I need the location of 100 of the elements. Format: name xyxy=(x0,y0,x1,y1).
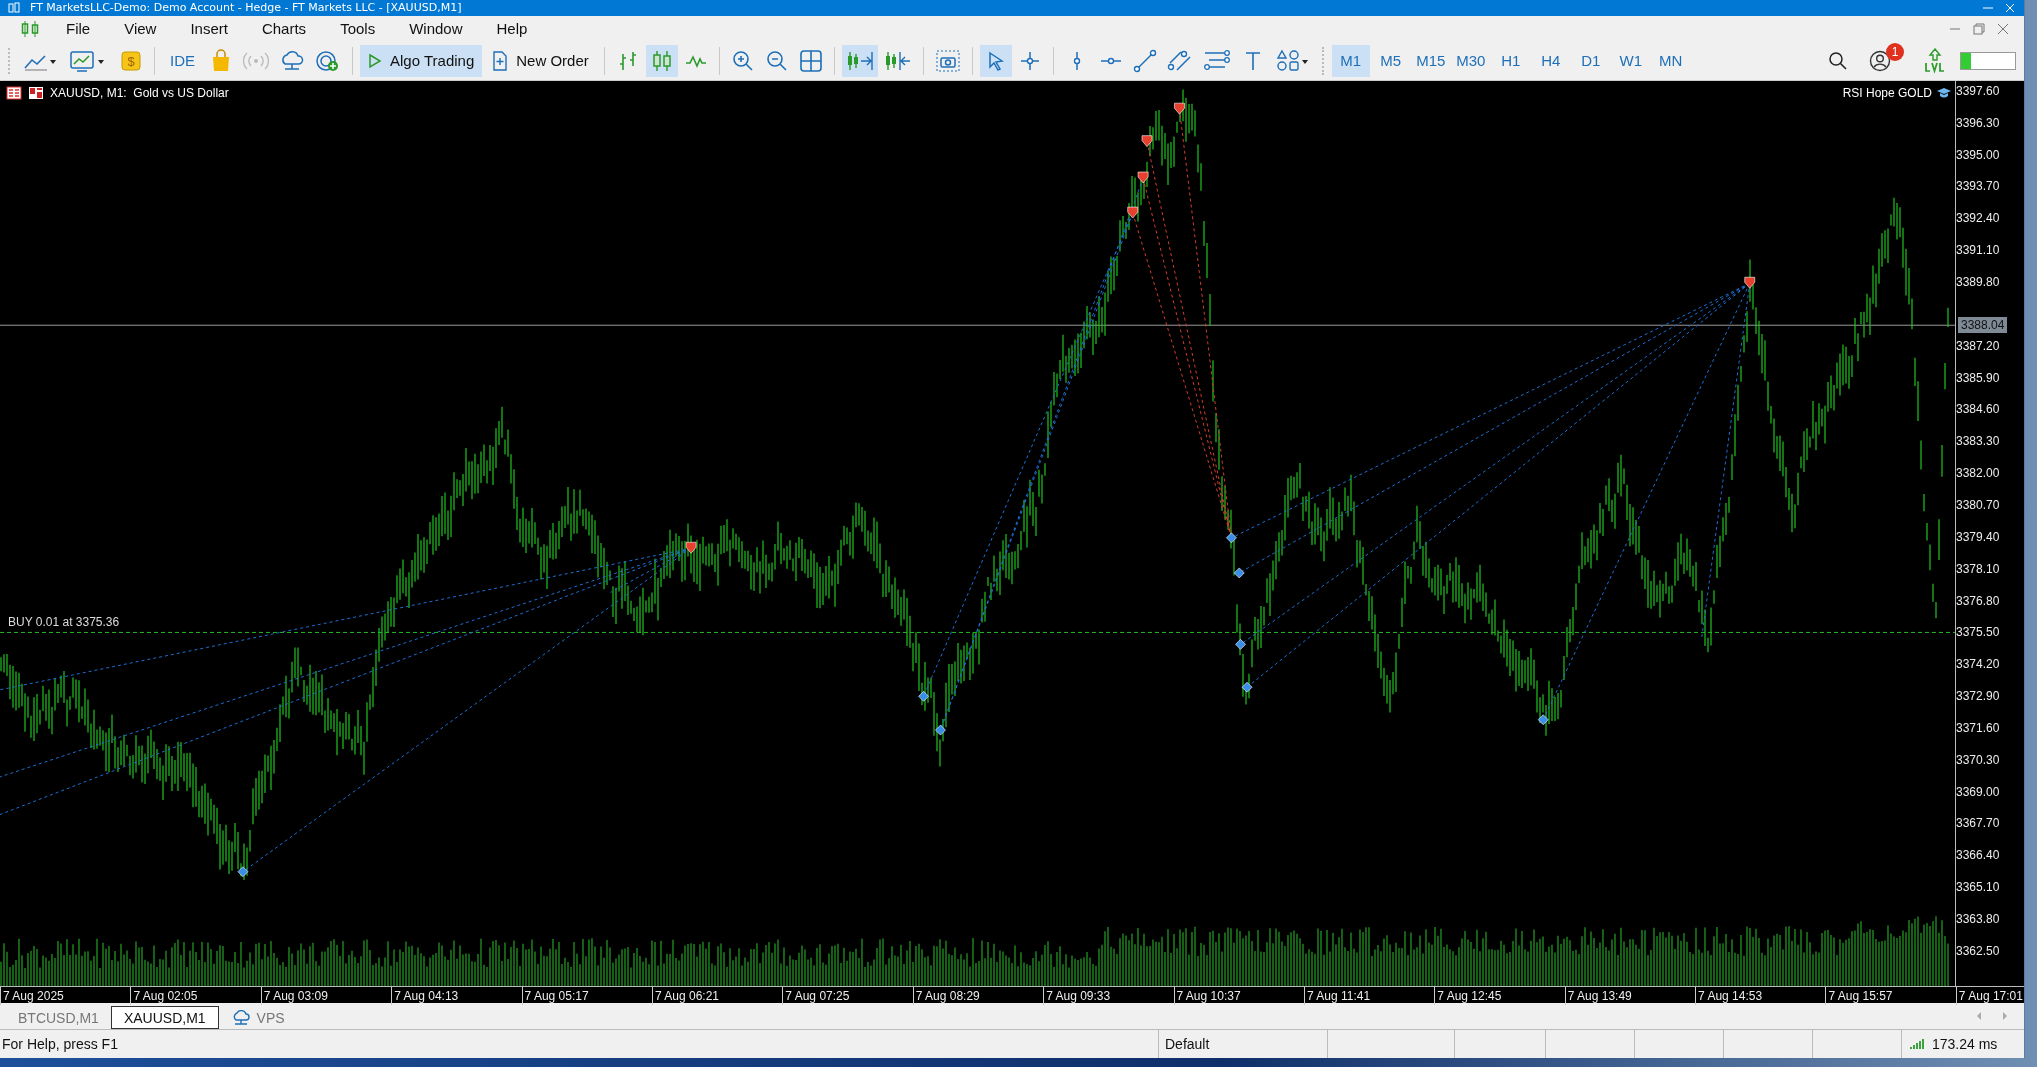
app-icon xyxy=(8,2,20,14)
buy-marker-icon xyxy=(237,866,249,877)
time-label: 7 Aug 06:21 xyxy=(651,986,783,1005)
menu-item[interactable]: Tools xyxy=(324,18,392,40)
price-label: 3392.40 xyxy=(1956,210,2000,227)
time-label: 7 Aug 05:17 xyxy=(521,986,652,1005)
flag-icon xyxy=(28,85,44,100)
time-label: 7 Aug 02:05 xyxy=(130,986,261,1005)
graduation-cap-icon xyxy=(1936,86,1952,99)
time-label: 7 Aug 08:29 xyxy=(912,986,1044,1005)
price-label: 3376.80 xyxy=(1956,592,2000,609)
document-plus-icon xyxy=(492,50,509,71)
chart-tab[interactable]: VPS xyxy=(218,1006,297,1029)
timeframe-button[interactable]: M1 xyxy=(1331,44,1370,77)
sell-arrow-icon xyxy=(1141,135,1153,147)
price-label: 3397.60 xyxy=(1956,82,2000,99)
sell-arrow-icon xyxy=(1137,171,1149,184)
time-label: 7 Aug 15:57 xyxy=(1825,986,1956,1005)
order-label: BUY 0.01 at 3375.36 xyxy=(8,615,120,630)
price-label: 3365.10 xyxy=(1956,879,2000,896)
timeframe-button[interactable]: D1 xyxy=(1571,44,1610,77)
timeframe-button[interactable]: MN xyxy=(1651,44,1690,77)
buy-marker-icon xyxy=(935,724,946,736)
buy-marker-icon xyxy=(918,690,929,702)
chart-tab[interactable]: XAUUSD,M1 xyxy=(110,1006,219,1029)
timeframe-button[interactable]: M5 xyxy=(1371,44,1410,77)
restore-icon[interactable] xyxy=(1972,21,1986,36)
price-label: 3372.90 xyxy=(1956,688,2000,705)
buy-marker-icon xyxy=(1226,532,1237,544)
chart-list-icon[interactable] xyxy=(6,85,22,100)
price-label: 3371.60 xyxy=(1956,719,2000,736)
menu-item[interactable]: Help xyxy=(480,18,544,40)
time-label: 7 Aug 14:53 xyxy=(1695,986,1826,1005)
signal-bars-icon xyxy=(1910,1038,1924,1050)
status-text: For Help, press F1 xyxy=(1,1036,119,1052)
time-label: 7 Aug 07:25 xyxy=(782,986,913,1005)
price-label: 3382.00 xyxy=(1956,465,2000,482)
timeframe-button[interactable]: M15 xyxy=(1411,44,1450,77)
candlestick-button[interactable] xyxy=(645,44,678,77)
price-label: 3389.80 xyxy=(1956,274,2000,290)
sell-arrow-icon xyxy=(685,541,697,554)
pointer-button[interactable] xyxy=(979,44,1012,77)
time-label: 7 Aug 12:45 xyxy=(1434,986,1565,1005)
price-label: 3369.00 xyxy=(1956,783,2000,800)
price-label: 3378.10 xyxy=(1956,560,2000,577)
crosshair-icon xyxy=(1018,49,1041,72)
price-label: 3395.00 xyxy=(1956,146,2000,163)
time-label: 7 Aug 09:33 xyxy=(1043,986,1174,1005)
buy-marker-icon xyxy=(1235,639,1246,650)
price-label: 3367.70 xyxy=(1956,815,2000,832)
time-label: 7 Aug 04:13 xyxy=(391,986,522,1005)
time-label: 7 Aug 13:49 xyxy=(1564,986,1696,1005)
price-label: 3396.30 xyxy=(1956,114,2000,131)
time-label: 7 Aug 11:41 xyxy=(1303,986,1435,1005)
menu-item[interactable]: View xyxy=(108,18,173,40)
price-label: 3380.70 xyxy=(1956,496,2000,513)
menu-item[interactable]: Charts xyxy=(245,18,323,40)
price-label: 3363.80 xyxy=(1956,911,2000,927)
sell-arrow-icon xyxy=(1744,276,1756,289)
timeframe-button[interactable]: H1 xyxy=(1491,44,1530,77)
timeframe-button[interactable]: W1 xyxy=(1611,44,1650,77)
price-label: 3362.50 xyxy=(1956,942,2000,959)
candles-icon[interactable] xyxy=(20,19,40,38)
chart-tab[interactable]: BTCUSD,M1 xyxy=(6,1006,111,1029)
indicator-label: RSI Hope GOLD xyxy=(1842,85,1932,100)
close-icon[interactable] xyxy=(2004,3,2016,13)
time-label: 7 Aug 03:09 xyxy=(260,986,392,1005)
menu-item[interactable]: Window xyxy=(393,18,479,40)
play-icon xyxy=(368,52,382,69)
menu-item[interactable]: Insert xyxy=(174,18,244,40)
price-label: 3374.20 xyxy=(1956,656,2000,673)
close-icon[interactable] xyxy=(1996,21,2010,36)
profile-name: Default xyxy=(1158,1030,1327,1058)
price-label: 3391.10 xyxy=(1956,242,2000,259)
price-label: 3387.20 xyxy=(1956,337,2000,354)
price-label: 3375.50 xyxy=(1956,624,2000,641)
timeframe-button[interactable]: M30 xyxy=(1451,44,1490,77)
timeframe-button[interactable]: H4 xyxy=(1531,44,1570,77)
time-label: 7 Aug 2025 xyxy=(0,986,131,1005)
notification-badge: 1 xyxy=(1886,42,1904,61)
ide-button[interactable]: IDE xyxy=(162,44,203,77)
window-title: FT MarketsLLC-Demo: Demo Account - Hedge - FT Markets LLC - [XAUUSD,M1] xyxy=(30,1,462,15)
scroll-right-icon[interactable] xyxy=(2000,1011,2010,1021)
account-icon[interactable] xyxy=(1868,48,1892,73)
price-label: 3366.40 xyxy=(1956,847,2000,864)
current-price-tag: 3388.04 xyxy=(1958,317,2008,334)
auto-scroll-button[interactable] xyxy=(841,44,878,77)
chart-title: XAUUSD, M1: Gold vs US Dollar xyxy=(50,85,229,100)
buy-marker-icon xyxy=(1537,714,1549,725)
buy-marker-icon xyxy=(1233,567,1245,579)
menu-item[interactable]: File xyxy=(50,18,107,40)
price-label: 3385.90 xyxy=(1956,369,2000,386)
buy-marker-icon xyxy=(1241,681,1253,693)
time-label: 7 Aug 10:37 xyxy=(1173,986,1304,1005)
new-order-button[interactable]: New Order xyxy=(484,44,597,77)
price-label: 3393.70 xyxy=(1956,178,2000,195)
ping-text: 173.24 ms xyxy=(1932,1036,1998,1052)
price-label: 3370.30 xyxy=(1956,751,2000,768)
algo-trading-button[interactable]: Algo Trading xyxy=(360,44,483,77)
price-label: 3379.40 xyxy=(1956,528,2000,545)
